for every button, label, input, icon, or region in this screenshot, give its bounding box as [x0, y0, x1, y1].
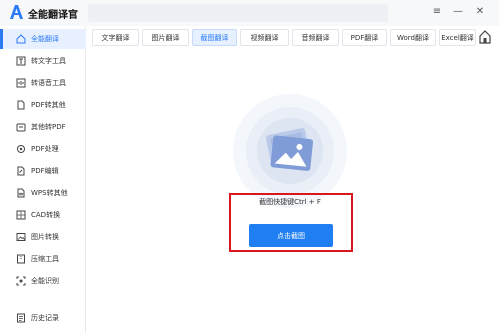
sidebar-item-label: 转语音工具 [31, 79, 66, 87]
sidebar-item-label: PDF编辑 [31, 167, 59, 175]
title-bar: 全能翻译官 ≡ — ✕ [0, 0, 499, 26]
sidebar-item-pdf-to-other[interactable]: PDF转其他 [0, 95, 86, 115]
pdf-process-icon [17, 145, 25, 153]
sidebar-item-label: 图片转换 [31, 233, 59, 241]
sidebar-item-image-convert[interactable]: 图片转换 [0, 227, 86, 247]
sidebar-item-wps-to-other[interactable]: WPS转其他 [0, 183, 86, 203]
title-bar-banner [88, 4, 388, 22]
sidebar-item-all-translate[interactable]: 全能翻译 [0, 29, 86, 49]
sidebar-item-other-to-pdf[interactable]: 其他转PDF [0, 117, 86, 137]
app-title: 全能翻译官 [28, 10, 78, 21]
sidebar-item-label: 历史记录 [31, 314, 59, 322]
minimize-button[interactable]: — [451, 5, 465, 19]
sidebar-item-label: PDF处理 [31, 145, 59, 153]
voice-icon [16, 78, 26, 88]
sidebar-item-label: 全能翻译 [31, 35, 59, 43]
tab-video-translate[interactable]: 视频翻译 [240, 29, 289, 46]
wps-icon [17, 188, 25, 198]
tab-excel-translate[interactable]: Excel翻译 [439, 29, 476, 46]
active-indicator [0, 29, 3, 49]
pdf-edit-icon [17, 166, 25, 176]
sidebar-item-pdf-edit[interactable]: PDF编辑 [0, 161, 86, 181]
tab-screenshot-translate[interactable]: 截图翻译 [192, 29, 237, 46]
sidebar-item-label: 其他转PDF [31, 123, 66, 131]
tab-more-icon[interactable] [478, 29, 492, 45]
sidebar: 全能翻译 转文字工具 转语音工具 PDF转其他 其他转PDF PDF处理 PDF… [0, 26, 86, 333]
sidebar-item-history[interactable]: 历史记录 [0, 308, 86, 328]
tab-pdf-translate[interactable]: PDF翻译 [342, 29, 387, 46]
sidebar-item-to-voice[interactable]: 转语音工具 [0, 73, 86, 93]
compress-icon [17, 254, 25, 264]
home-icon [16, 34, 26, 44]
sidebar-item-all-recognize[interactable]: 全能识别 [0, 271, 86, 291]
pdf-export-icon [17, 100, 25, 110]
sidebar-item-label: CAD转换 [31, 211, 61, 219]
image-placeholder-icon [233, 94, 347, 208]
sidebar-item-label: 全能识别 [31, 277, 59, 285]
tab-audio-translate[interactable]: 音频翻译 [292, 29, 339, 46]
sidebar-item-cad-convert[interactable]: CAD转换 [0, 205, 86, 225]
sidebar-item-label: 压缩工具 [31, 255, 59, 263]
sidebar-item-pdf-process[interactable]: PDF处理 [0, 139, 86, 159]
sidebar-item-label: WPS转其他 [31, 189, 68, 197]
scan-icon [16, 276, 26, 286]
image-icon [16, 233, 26, 241]
tab-word-translate[interactable]: Word翻译 [390, 29, 436, 46]
sidebar-item-compress[interactable]: 压缩工具 [0, 249, 86, 269]
tab-image-translate[interactable]: 图片翻译 [142, 29, 189, 46]
highlight-box [229, 193, 353, 252]
pdf-import-icon [16, 123, 26, 132]
cad-icon [16, 210, 26, 220]
tab-text-translate[interactable]: 文字翻译 [92, 29, 139, 46]
menu-icon[interactable]: ≡ [430, 5, 444, 19]
app-logo-icon [10, 5, 23, 19]
sidebar-item-label: 转文字工具 [31, 57, 66, 65]
close-button[interactable]: ✕ [473, 5, 487, 19]
tab-bar: 文字翻译 图片翻译 截图翻译 视频翻译 音频翻译 PDF翻译 Word翻译 Ex… [90, 28, 499, 48]
text-convert-icon [16, 56, 26, 66]
history-icon [17, 313, 25, 323]
sidebar-item-to-text[interactable]: 转文字工具 [0, 51, 86, 71]
sidebar-item-label: PDF转其他 [31, 101, 66, 109]
